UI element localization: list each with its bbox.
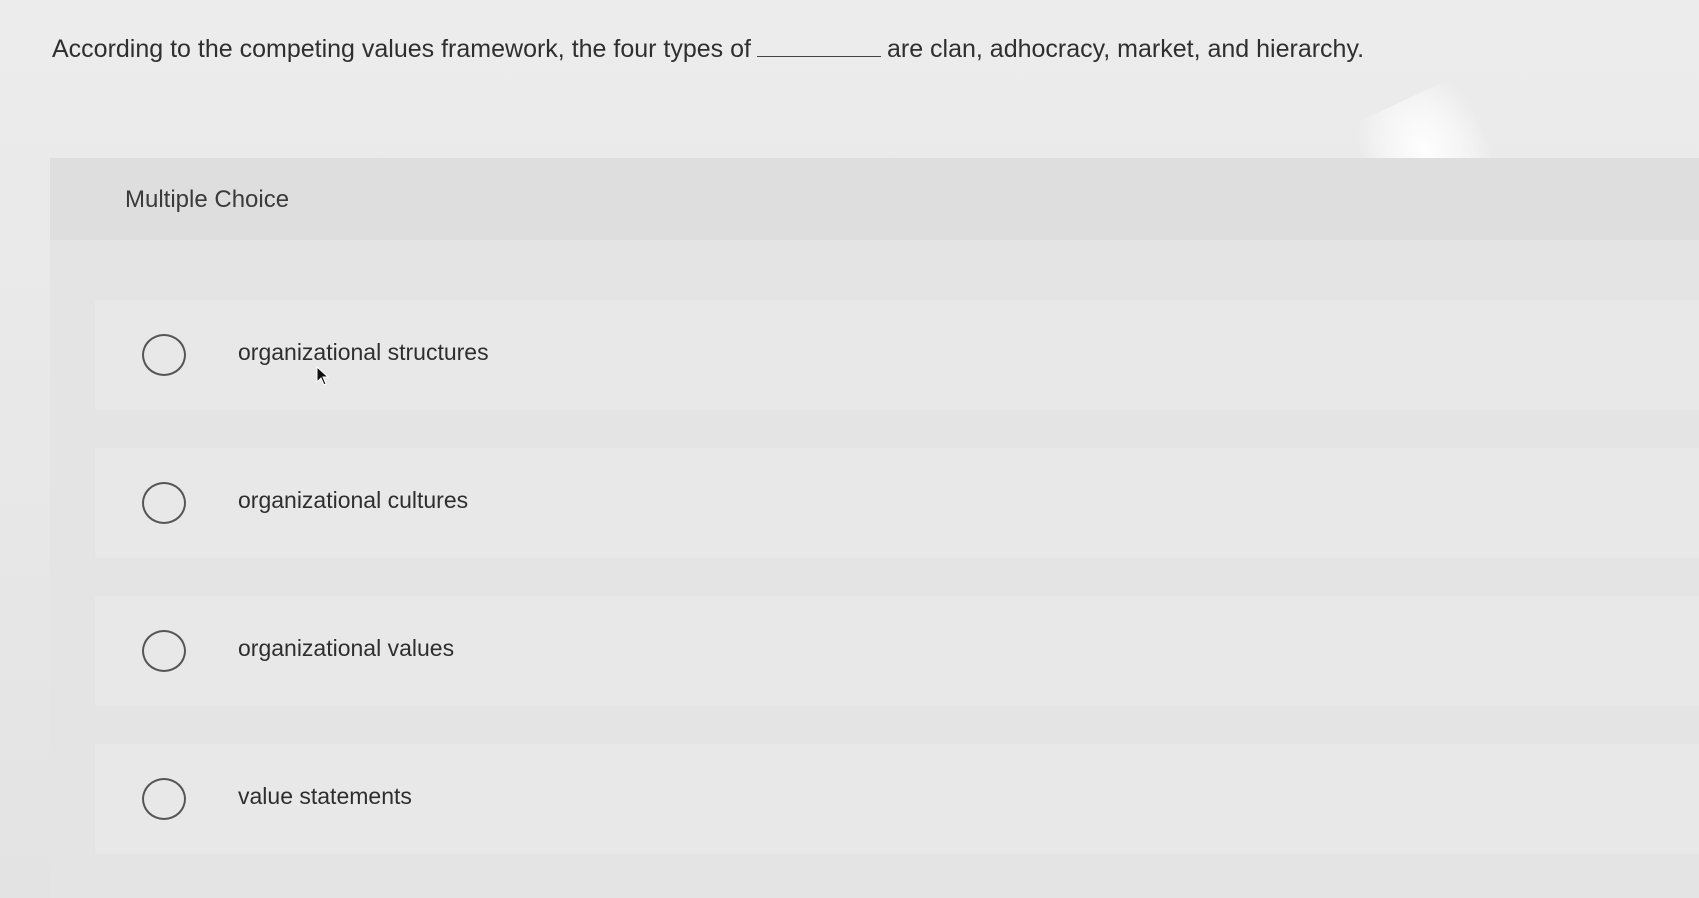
answer-blank (756, 34, 881, 57)
option-label[interactable]: value statements (238, 783, 412, 810)
radio-button[interactable] (142, 630, 186, 672)
option-label[interactable]: organizational values (238, 635, 454, 662)
radio-button[interactable] (142, 778, 186, 820)
option-organizational-values[interactable]: organizational values (95, 596, 1699, 706)
radio-button[interactable] (142, 334, 186, 376)
question-text-after: are clan, adhocracy, market, and hierarc… (886, 35, 1365, 63)
multiple-choice-panel: Multiple Choice organizational structure… (50, 158, 1699, 898)
quiz-page: According to the competing values framew… (0, 0, 1699, 898)
option-organizational-cultures[interactable]: organizational cultures (95, 448, 1699, 558)
multiple-choice-label: Multiple Choice (125, 186, 290, 213)
option-label[interactable]: organizational cultures (238, 487, 468, 514)
option-value-statements[interactable]: value statements (95, 744, 1699, 854)
question-text-before: According to the competing values framew… (52, 35, 751, 63)
question-text: According to the competing values framew… (52, 32, 1364, 66)
option-organizational-structures[interactable]: organizational structures (95, 300, 1699, 410)
panel-header: Multiple Choice (50, 158, 1699, 240)
option-label[interactable]: organizational structures (238, 339, 489, 366)
radio-button[interactable] (142, 482, 186, 524)
mouse-pointer-icon (316, 366, 330, 386)
